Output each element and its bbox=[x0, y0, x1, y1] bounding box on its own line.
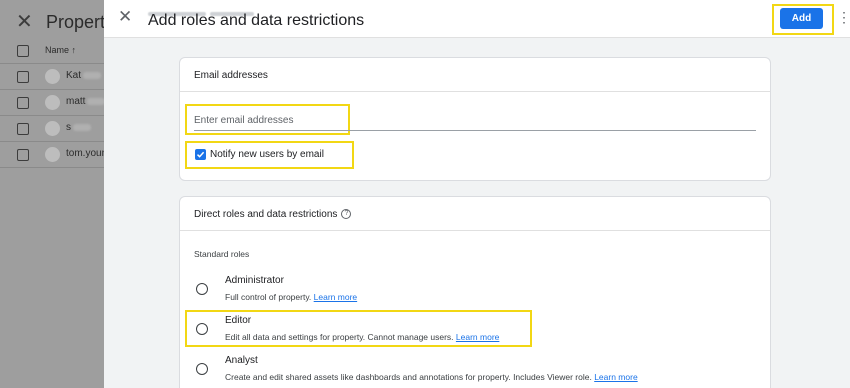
background-header: ✕ Property bbox=[0, 0, 114, 42]
avatar bbox=[45, 121, 60, 136]
email-card-header: Email addresses bbox=[180, 58, 770, 92]
background-user-list: Name ↑ Kat matt s tom.youn bbox=[0, 38, 108, 168]
learn-more-link[interactable]: Learn more bbox=[594, 372, 637, 382]
background-user-row: tom.youn bbox=[0, 142, 108, 168]
email-input[interactable] bbox=[194, 111, 756, 131]
role-analyst: Analyst Create and edit shared assets li… bbox=[180, 353, 770, 388]
name-column-header: Name bbox=[45, 45, 70, 55]
roles-card: Direct roles and data restrictions? Stan… bbox=[179, 196, 771, 388]
email-card-title: Email addresses bbox=[194, 70, 268, 81]
help-icon[interactable]: ? bbox=[341, 209, 352, 220]
more-vert-icon[interactable]: ⋮ bbox=[837, 10, 850, 24]
user-name: Kat bbox=[66, 70, 82, 81]
radio-administrator[interactable] bbox=[196, 283, 208, 295]
role-description: Full control of property. bbox=[225, 292, 312, 302]
select-all-checkbox bbox=[17, 45, 29, 57]
add-roles-panel: ✕ Add roles and data restrictions Add ⋮ … bbox=[104, 0, 850, 388]
radio-editor[interactable] bbox=[196, 323, 208, 335]
radio-analyst[interactable] bbox=[196, 363, 208, 375]
roles-card-title: Direct roles and data restrictions bbox=[194, 209, 338, 220]
background-user-row: s bbox=[0, 116, 104, 142]
learn-more-link[interactable]: Learn more bbox=[456, 332, 499, 342]
row-checkbox bbox=[17, 123, 29, 135]
arrow-up-icon: ↑ bbox=[71, 45, 77, 55]
email-addresses-card: Email addresses Notify new users by emai… bbox=[179, 57, 771, 181]
page-title: Add roles and data restrictions bbox=[148, 12, 365, 29]
role-description: Create and edit shared assets like dashb… bbox=[225, 372, 592, 382]
role-administrator: Administrator Full control of property. … bbox=[180, 273, 770, 309]
role-description: Edit all data and settings for property.… bbox=[225, 332, 454, 342]
avatar bbox=[45, 147, 60, 162]
background-user-row: matt bbox=[0, 90, 106, 116]
row-checkbox bbox=[17, 97, 29, 109]
panel-header: ✕ Add roles and data restrictions Add ⋮ bbox=[104, 0, 850, 38]
learn-more-link[interactable]: Learn more bbox=[314, 292, 357, 302]
user-name: matt bbox=[66, 96, 86, 107]
role-name: Administrator bbox=[225, 275, 284, 286]
breadcrumb bbox=[148, 3, 258, 16]
role-name: Editor bbox=[225, 315, 252, 326]
standard-roles-label: Standard roles bbox=[194, 249, 250, 259]
role-editor: Editor Edit all data and settings for pr… bbox=[180, 313, 770, 349]
role-name: Analyst bbox=[225, 355, 258, 366]
close-icon[interactable]: ✕ bbox=[118, 7, 132, 27]
background-header-row: Name ↑ bbox=[0, 38, 104, 64]
user-name: s bbox=[66, 122, 71, 133]
row-checkbox bbox=[17, 149, 29, 161]
notify-checkbox[interactable] bbox=[195, 149, 206, 160]
background-user-row: Kat bbox=[0, 64, 104, 90]
background-close-icon: ✕ bbox=[16, 11, 33, 33]
roles-card-header: Direct roles and data restrictions? bbox=[180, 197, 770, 231]
notify-label: Notify new users by email bbox=[210, 149, 324, 160]
row-checkbox bbox=[17, 71, 29, 83]
avatar bbox=[45, 69, 60, 84]
add-button[interactable]: Add bbox=[780, 8, 823, 29]
user-name: tom.youn bbox=[66, 148, 108, 159]
avatar bbox=[45, 95, 60, 110]
check-icon bbox=[196, 151, 205, 158]
